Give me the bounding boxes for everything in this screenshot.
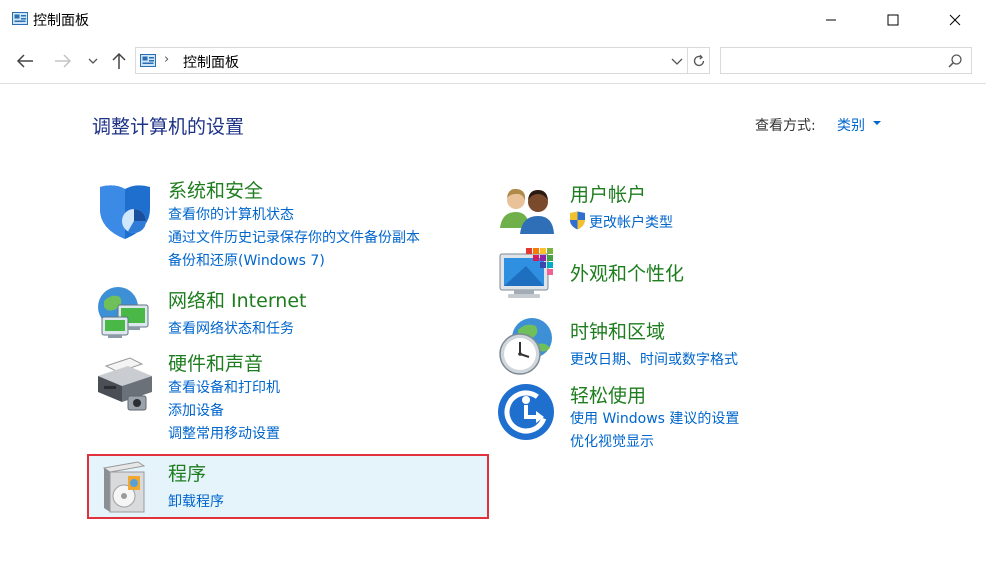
- close-button[interactable]: [932, 0, 978, 40]
- category-programs[interactable]: 程序: [168, 459, 206, 486]
- link-change-account-type[interactable]: 更改帐户类型: [589, 212, 673, 232]
- search-icon[interactable]: [947, 53, 963, 69]
- clock-globe-icon[interactable]: [496, 316, 558, 378]
- maximize-icon: [887, 14, 899, 26]
- view-by-dropdown[interactable]: 类别: [837, 115, 865, 135]
- breadcrumb-separator[interactable]: ›: [164, 52, 169, 67]
- arrow-up-icon: [112, 52, 126, 69]
- search-box[interactable]: [720, 47, 972, 74]
- control-panel-icon: [12, 11, 28, 27]
- chevron-down-icon: [671, 58, 682, 65]
- chevron-down-icon: [88, 58, 98, 64]
- navigation-bar: › 控制面板: [0, 40, 986, 84]
- category-appearance-personalization[interactable]: 外观和个性化: [570, 259, 684, 286]
- shield-icon[interactable]: [94, 181, 156, 243]
- link-view-computer-status[interactable]: 查看你的计算机状态: [168, 204, 294, 224]
- control-panel-icon: [140, 53, 156, 69]
- link-network-status[interactable]: 查看网络状态和任务: [168, 318, 294, 338]
- link-uninstall-program[interactable]: 卸载程序: [168, 491, 224, 511]
- printer-icon[interactable]: [94, 352, 156, 414]
- view-by-label: 查看方式:: [755, 118, 816, 134]
- category-network-internet[interactable]: 网络和 Internet: [168, 286, 306, 313]
- address-history-dropdown[interactable]: [666, 48, 688, 73]
- maximize-button[interactable]: [870, 0, 916, 40]
- minimize-button[interactable]: [808, 0, 854, 40]
- link-devices-printers[interactable]: 查看设备和打印机: [168, 377, 280, 397]
- program-disc-icon[interactable]: [98, 458, 150, 514]
- link-recommended-settings[interactable]: 使用 Windows 建议的设置: [570, 408, 739, 428]
- page-title: 调整计算机的设置: [92, 116, 245, 138]
- back-button[interactable]: [14, 50, 36, 72]
- uac-shield-icon: [569, 211, 586, 230]
- arrow-left-icon: [16, 54, 33, 68]
- link-file-history-backup[interactable]: 通过文件历史记录保存你的文件备份副本: [168, 227, 420, 247]
- link-add-device[interactable]: 添加设备: [168, 400, 224, 420]
- breadcrumb-control-panel[interactable]: 控制面板: [183, 52, 239, 72]
- category-system-security[interactable]: 系统和安全: [168, 176, 263, 203]
- title-bar: 控制面板: [0, 0, 986, 40]
- ease-of-access-icon[interactable]: [496, 381, 558, 443]
- refresh-icon: [693, 54, 705, 66]
- globe-network-icon[interactable]: [94, 283, 156, 345]
- link-optimize-visual-display[interactable]: 优化视觉显示: [570, 431, 654, 451]
- users-icon[interactable]: [496, 182, 558, 244]
- close-icon: [949, 14, 961, 26]
- category-user-accounts[interactable]: 用户帐户: [570, 180, 646, 207]
- category-ease-of-access[interactable]: 轻松使用: [570, 381, 646, 408]
- refresh-button[interactable]: [688, 48, 710, 73]
- minimize-icon: [826, 19, 836, 21]
- link-mobility-settings[interactable]: 调整常用移动设置: [168, 423, 280, 443]
- category-hardware-sound[interactable]: 硬件和声音: [168, 349, 263, 376]
- forward-button[interactable]: [52, 50, 74, 72]
- caret-down-icon[interactable]: [873, 121, 881, 125]
- up-button[interactable]: [108, 50, 130, 72]
- link-change-date-time-format[interactable]: 更改日期、时间或数字格式: [570, 349, 738, 369]
- category-clock-region[interactable]: 时钟和区域: [570, 317, 665, 344]
- window-title: 控制面板: [33, 13, 89, 29]
- monitor-colors-icon[interactable]: [496, 246, 558, 308]
- arrow-right-icon: [55, 54, 72, 68]
- recent-locations-button[interactable]: [86, 50, 100, 72]
- address-bar[interactable]: › 控制面板: [135, 47, 710, 74]
- link-backup-restore[interactable]: 备份和还原(Windows 7): [168, 250, 325, 270]
